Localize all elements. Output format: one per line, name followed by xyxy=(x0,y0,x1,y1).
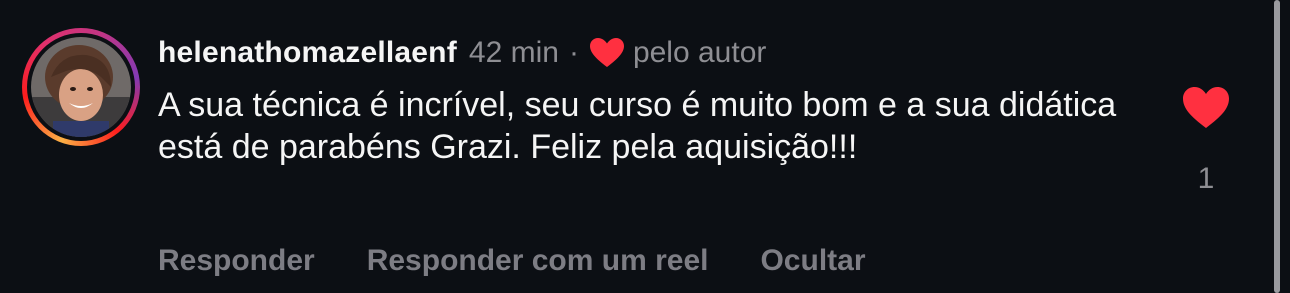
comment-header: helenathomazellaenf 42 min · pelo autor xyxy=(158,30,766,76)
liked-by-author-label: pelo autor xyxy=(632,36,767,69)
story-ring[interactable] xyxy=(22,28,140,146)
like-count: 1 xyxy=(1197,162,1215,195)
username-link[interactable]: helenathomazellaenf xyxy=(158,36,457,70)
avatar[interactable] xyxy=(31,37,131,137)
comment-text: A sua técnica é incrível, seu curso é mu… xyxy=(158,86,1117,166)
reply-button[interactable]: Responder xyxy=(158,244,315,278)
hide-button[interactable]: Ocultar xyxy=(760,244,865,278)
timestamp: 42 min xyxy=(468,36,559,69)
comment-actions: Responder Responder com um reel Ocultar xyxy=(158,244,918,278)
scrollbar[interactable] xyxy=(1274,0,1280,293)
reply-with-reel-button[interactable]: Responder com um reel xyxy=(367,244,709,278)
comment-item: helenathomazellaenf 42 min · pelo autor … xyxy=(0,0,1290,293)
like-heart-icon[interactable] xyxy=(1182,86,1230,130)
heart-icon xyxy=(589,38,624,67)
separator-dot: · xyxy=(568,36,579,69)
avatar-photo xyxy=(31,37,131,137)
